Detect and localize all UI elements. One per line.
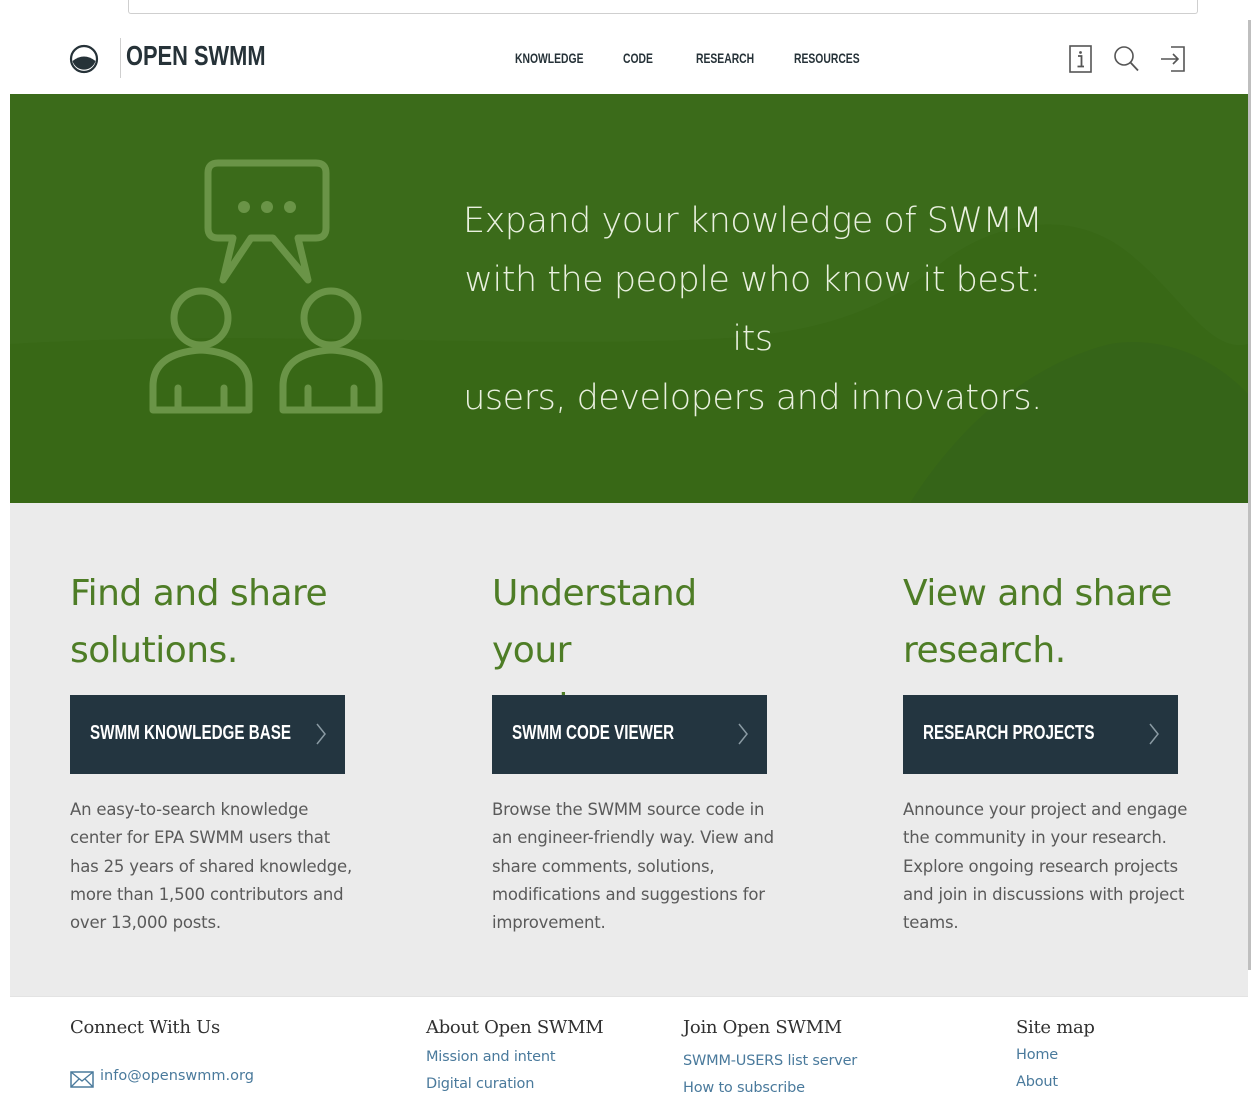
footer-link-about[interactable]: About: [1016, 1069, 1095, 1096]
nav-resources[interactable]: RESOURCES: [794, 50, 860, 66]
email-text: info@openswmm.org: [100, 1068, 254, 1084]
feature-title: View and share research.: [903, 565, 1193, 685]
hero-headline-line: users, developers and innovators.: [463, 378, 1042, 418]
footer-link-how-to-subscribe[interactable]: How to subscribe: [683, 1075, 857, 1099]
chevron-right-icon: [1149, 723, 1159, 745]
login-icon[interactable]: [1159, 44, 1187, 74]
address-bar-edge[interactable]: [128, 0, 1198, 14]
nav-research[interactable]: RESEARCH: [696, 50, 754, 66]
footer-link-mission[interactable]: Mission and intent: [426, 1044, 603, 1071]
feature-research: View and share research. RESEARCH PROJEC…: [903, 565, 1193, 937]
site-logo-text[interactable]: OPEN SWMM: [126, 40, 266, 72]
button-label: RESEARCH PROJECTS: [923, 722, 1095, 744]
chevron-right-icon: [316, 723, 326, 745]
feature-title: Find and share solutions.: [70, 565, 360, 685]
info-icon[interactable]: [1067, 44, 1095, 74]
mail-icon: [70, 1071, 94, 1088]
swmm-knowledge-base-button[interactable]: SWMM KNOWLEDGE BASE: [70, 695, 345, 774]
research-projects-button[interactable]: RESEARCH PROJECTS: [903, 695, 1178, 774]
swmm-code-viewer-button[interactable]: SWMM CODE VIEWER: [492, 695, 767, 774]
features-section: Find and share solutions. SWMM KNOWLEDGE…: [10, 503, 1248, 996]
button-label: SWMM KNOWLEDGE BASE: [90, 722, 291, 744]
site-footer: Connect With Us info@openswmm.org About …: [10, 996, 1248, 1099]
browser-top-strip: [0, 0, 1251, 20]
chevron-right-icon: [738, 723, 748, 745]
people-conversation-icon: [149, 159, 383, 414]
hero-headline-line: Expand your knowledge of SWMM: [462, 201, 1043, 241]
hero-headline-line: with the people who know it best: its: [464, 260, 1041, 359]
hero-banner: Expand your knowledge of SWMM with the p…: [10, 94, 1248, 503]
feature-title-line: Find and share: [70, 573, 328, 614]
footer-about: About Open SWMM Mission and intent Digit…: [426, 1017, 604, 1098]
feature-code: Understand your engine. SWMM CODE VIEWER…: [492, 565, 782, 937]
footer-sitemap: Site map Home About: [1016, 1017, 1095, 1096]
search-icon[interactable]: [1112, 44, 1140, 74]
footer-heading: About Open SWMM: [426, 1017, 604, 1038]
hero-headline: Expand your knowledge of SWMM with the p…: [450, 192, 1055, 428]
footer-link-digital-curation[interactable]: Digital curation: [426, 1071, 603, 1098]
site-header: OPEN SWMM KNOWLEDGE CODE RESEARCH RESOUR…: [10, 20, 1248, 94]
feature-title-line: View and share: [903, 573, 1172, 614]
footer-heading: Join Open SWMM: [683, 1017, 842, 1038]
feature-title: Understand your engine.: [492, 565, 782, 728]
footer-connect: Connect With Us: [70, 1017, 220, 1038]
nav-knowledge[interactable]: KNOWLEDGE: [515, 50, 583, 66]
footer-link-home[interactable]: Home: [1016, 1042, 1095, 1069]
feature-title-line: Understand your: [492, 573, 697, 671]
logo-divider: [120, 38, 121, 78]
feature-description: Announce your project and engage the com…: [903, 800, 1188, 933]
button-label: SWMM CODE VIEWER: [512, 722, 675, 744]
footer-heading: Connect With Us: [70, 1017, 220, 1038]
feature-title-line: research.: [903, 630, 1066, 671]
footer-heading: Site map: [1016, 1017, 1095, 1038]
feature-description: An easy-to-search knowledge center for E…: [70, 800, 352, 933]
logo-icon[interactable]: [69, 44, 99, 74]
nav-code[interactable]: CODE: [623, 50, 653, 66]
footer-join: Join Open SWMM SWMM-USERS list server Ho…: [683, 1017, 857, 1099]
feature-title-line: solutions.: [70, 630, 238, 671]
feature-knowledge: Find and share solutions. SWMM KNOWLEDGE…: [70, 565, 360, 937]
feature-description: Browse the SWMM source code in an engine…: [492, 800, 774, 933]
footer-link-swmm-users[interactable]: SWMM-USERS list server: [683, 1048, 857, 1075]
